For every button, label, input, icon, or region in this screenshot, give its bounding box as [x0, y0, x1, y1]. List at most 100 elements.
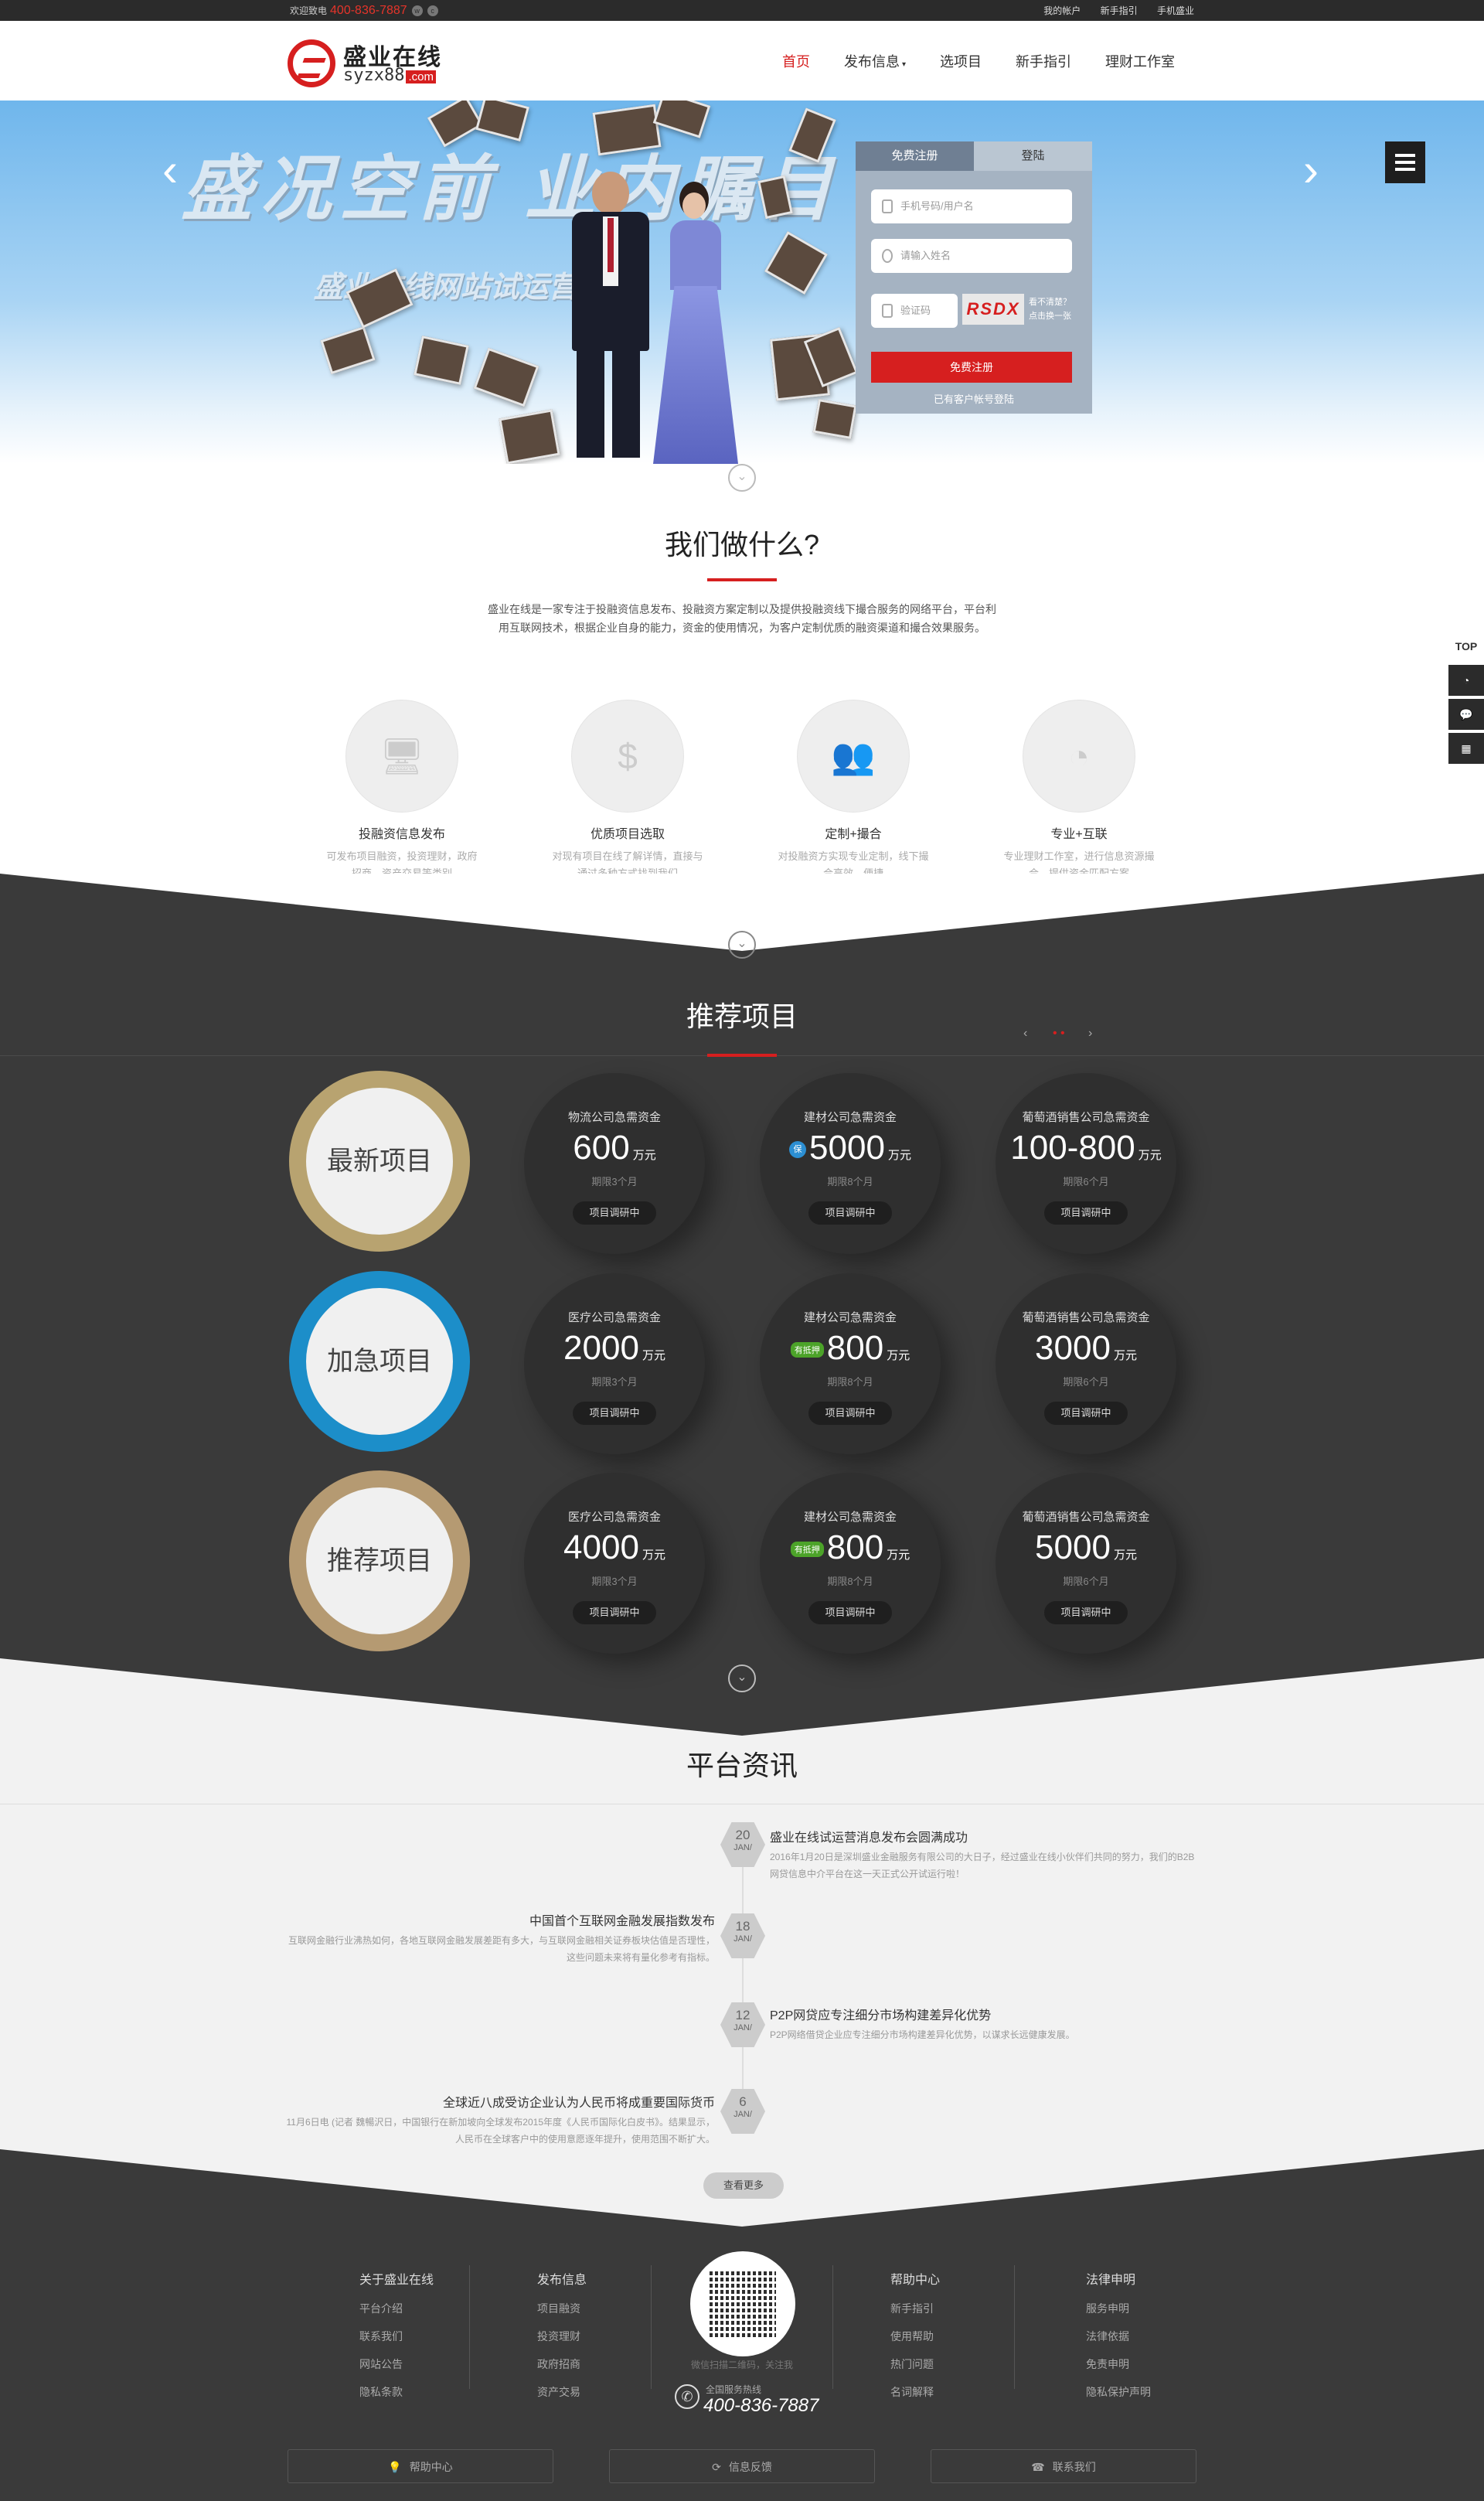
feature-professional[interactable]: ◔ 专业+互联 专业理财工作室，进行信息资源撮合，提供资金匹配方案	[971, 700, 1187, 882]
banner-prev-arrow[interactable]: ‹	[162, 147, 186, 193]
qq-icon[interactable]: ◔	[1448, 665, 1484, 696]
project-status-button[interactable]: 项目调研中	[1044, 1402, 1128, 1425]
footer-col-about: 关于盛业在线 平台介绍 联系我们 网站公告 隐私条款	[359, 2267, 434, 2406]
nav-publish[interactable]: 发布信息 ▾	[844, 51, 906, 71]
footer-link[interactable]: 隐私条款	[359, 2378, 434, 2406]
my-account-link[interactable]: 我的帐户	[1043, 5, 1081, 16]
feature-custom[interactable]: 👥 定制+撮合 对投融资方实现专业定制，线下撮合高效、便捷	[745, 700, 962, 882]
project-status-button[interactable]: 项目调研中	[808, 1402, 892, 1425]
news-item[interactable]: 中国首个互联网金融发展指数发布 互联网金融行业沸热如何，各地互联网金融发展差距有…	[282, 1910, 715, 1966]
feature-select[interactable]: $ 优质项目选取 对现有项目在线了解详情，直接与通过多种方式找到我们	[519, 700, 736, 882]
project-card[interactable]: 医疗公司急需资金 2000 万元 期限3个月 项目调研中	[524, 1273, 705, 1454]
captcha-image[interactable]: RSDX	[962, 294, 1024, 325]
project-status-button[interactable]: 项目调研中	[1044, 1601, 1128, 1624]
section-title: 平台资讯	[686, 1750, 798, 1781]
footer-link[interactable]: 热门问题	[890, 2350, 940, 2378]
contact-button[interactable]: ☎ 联系我们	[931, 2449, 1196, 2483]
chart-icon: ◔	[1068, 736, 1090, 776]
project-status-button[interactable]: 项目调研中	[573, 1601, 656, 1624]
main-nav: 首页 发布信息 ▾ 选项目 新手指引 理财工作室	[765, 21, 1192, 101]
footer-link[interactable]: 隐私保护声明	[1086, 2378, 1151, 2406]
nav-guide[interactable]: 新手指引	[1016, 51, 1071, 71]
footer-link[interactable]: 联系我们	[359, 2322, 434, 2350]
chat-icon[interactable]: 💬	[1448, 699, 1484, 730]
footer-link[interactable]: 投资理财	[537, 2322, 587, 2350]
phone-input[interactable]: 手机号码/用户名	[871, 189, 1072, 223]
site-logo[interactable]: 盛业在线 syzx88 .com	[288, 38, 465, 87]
scroll-down-icon[interactable]: ⌄	[728, 464, 756, 492]
scroll-down-icon[interactable]: ⌄	[728, 1664, 756, 1692]
news-item[interactable]: 全球近八成受访企业认为人民币将成重要国际货币 11月6日电 (记者 魏暢沢日，中…	[282, 2092, 716, 2148]
lock-icon	[882, 304, 893, 318]
project-card[interactable]: 建材公司急需资金 保 5000 万元 期限8个月 项目调研中	[760, 1073, 941, 1254]
footer-link[interactable]: 法律依据	[1086, 2322, 1151, 2350]
news-item[interactable]: 盛业在线试运营消息发布会圆满成功 2016年1月20日是深圳盛业金融服务有限公司…	[770, 1827, 1203, 1883]
footer-link[interactable]: 政府招商	[537, 2350, 587, 2378]
nav-studio[interactable]: 理财工作室	[1105, 51, 1175, 71]
back-to-top-button[interactable]: TOP	[1448, 631, 1484, 662]
project-status-button[interactable]: 项目调研中	[808, 1601, 892, 1624]
feedback-button[interactable]: ⟳ 信息反馈	[609, 2449, 875, 2483]
mobile-link[interactable]: 手机盛业	[1157, 5, 1194, 16]
site-header: 盛业在线 syzx88 .com 首页 发布信息 ▾ 选项目 新手指引 理财工作室	[0, 21, 1484, 101]
view-more-button[interactable]: 查看更多	[703, 2172, 784, 2199]
pager-dots[interactable]: • •	[1053, 1027, 1065, 1041]
captcha-input[interactable]: 验证码	[871, 294, 958, 328]
top-bar: 欢迎致电 400-836-7887 w c 我的帐户 新手指引 手机盛业	[0, 0, 1484, 21]
login-link[interactable]: 已有客户帐号登陆	[856, 391, 1092, 406]
nav-select-project[interactable]: 选项目	[940, 51, 982, 71]
banner-next-arrow[interactable]: ›	[1303, 147, 1326, 193]
footer-phone: 400-836-7887	[703, 2395, 819, 2416]
register-submit-button[interactable]: 免费注册	[871, 352, 1072, 383]
section-title: 推荐项目	[686, 1000, 798, 1032]
scroll-down-icon[interactable]: ⌄	[728, 931, 756, 959]
category-recommended[interactable]: 推荐项目	[289, 1470, 470, 1651]
footer-link[interactable]: 服务申明	[1086, 2295, 1151, 2322]
project-status-button[interactable]: 项目调研中	[808, 1201, 892, 1225]
footer-col-help: 帮助中心 新手指引 使用帮助 热门问题 名词解释	[890, 2267, 940, 2406]
footer-link[interactable]: 项目融资	[537, 2295, 587, 2322]
menu-button[interactable]	[1385, 141, 1425, 183]
project-card[interactable]: 医疗公司急需资金 4000 万元 期限3个月 项目调研中	[524, 1473, 705, 1654]
banner-photo	[592, 104, 662, 156]
project-status-button[interactable]: 项目调研中	[573, 1201, 656, 1225]
name-input[interactable]: 请输入姓名	[871, 239, 1072, 273]
news-item[interactable]: P2P网贷应专注细分市场构建差异化优势 P2P网络借贷企业应专注细分市场构建差异…	[770, 2005, 1203, 2043]
host-man-figure	[564, 172, 657, 458]
intro-text: 盛业在线是一家专注于投融资信息发布、投融资方案定制以及提供投融资线下撮合服务的网…	[488, 603, 996, 634]
footer-link[interactable]: 使用帮助	[890, 2322, 940, 2350]
next-page-arrow[interactable]: ›	[1088, 1027, 1092, 1041]
footer-link[interactable]: 资产交易	[537, 2378, 587, 2406]
help-center-button[interactable]: 💡 帮助中心	[288, 2449, 553, 2483]
hotline-label: 全国服务热线	[706, 2384, 762, 2395]
category-latest[interactable]: 最新项目	[289, 1071, 470, 1252]
footer-link[interactable]: 名词解释	[890, 2378, 940, 2406]
footer-link[interactable]: 平台介绍	[359, 2295, 434, 2322]
prev-page-arrow[interactable]: ‹	[1023, 1027, 1027, 1041]
weibo-icon[interactable]: w	[411, 5, 423, 17]
tab-register[interactable]: 免费注册	[856, 141, 974, 171]
guide-link[interactable]: 新手指引	[1101, 5, 1138, 16]
project-card[interactable]: 葡萄酒销售公司急需资金 3000 万元 期限6个月 项目调研中	[996, 1273, 1176, 1454]
wechat-icon[interactable]: c	[427, 5, 438, 17]
category-urgent[interactable]: 加急项目	[289, 1271, 470, 1452]
project-card[interactable]: 葡萄酒销售公司急需资金 100-800 万元 期限6个月 项目调研中	[996, 1073, 1176, 1254]
wechat-qr-code	[690, 2251, 795, 2356]
nav-home[interactable]: 首页	[782, 51, 810, 71]
project-card[interactable]: 物流公司急需资金 600 万元 期限3个月 项目调研中	[524, 1073, 705, 1254]
captcha-refresh-link[interactable]: 看不清楚？ 点击换一张	[1029, 295, 1083, 323]
project-card[interactable]: 建材公司急需资金 有抵押 800 万元 期限8个月 项目调研中	[760, 1273, 941, 1454]
logo-domain: syzx88 .com	[343, 66, 436, 85]
project-status-button[interactable]: 项目调研中	[573, 1402, 656, 1425]
footer-link[interactable]: 网站公告	[359, 2350, 434, 2378]
qr-code-icon[interactable]: ▦	[1448, 733, 1484, 764]
project-card[interactable]: 建材公司急需资金 有抵押 800 万元 期限8个月 项目调研中	[760, 1473, 941, 1654]
tab-login[interactable]: 登陆	[974, 141, 1092, 171]
news-section: ⌄ 平台资讯 20 JAN/ 盛业在线试运营消息发布会圆满成功 2016年1月20…	[0, 1664, 1484, 2149]
project-status-button[interactable]: 项目调研中	[1044, 1201, 1128, 1225]
footer-link[interactable]: 新手指引	[890, 2295, 940, 2322]
footer-link[interactable]: 免责申明	[1086, 2350, 1151, 2378]
feature-publish[interactable]: 🖥 投融资信息发布 可发布项目融资，投资理财，政府招商，资产交易等类别	[294, 700, 510, 882]
project-card[interactable]: 葡萄酒销售公司急需资金 5000 万元 期限6个月 项目调研中	[996, 1473, 1176, 1654]
site-footer: 查看更多 关于盛业在线 平台介绍 联系我们 网站公告 隐私条款 发布信息 项目融…	[0, 2149, 1484, 2501]
